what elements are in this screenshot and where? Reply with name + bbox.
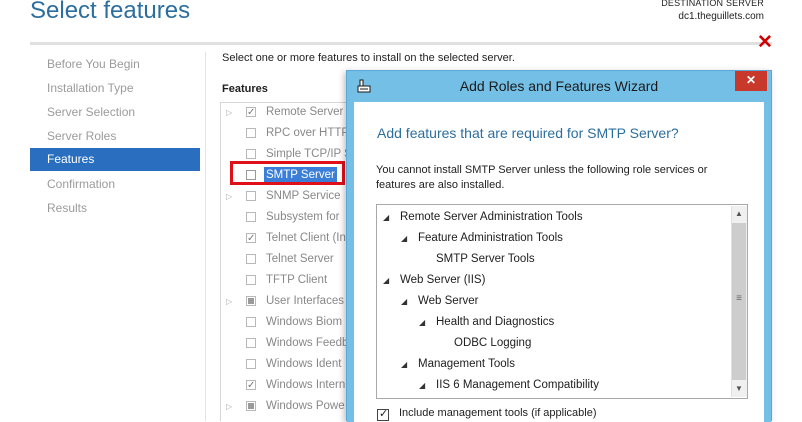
close-icon[interactable]: ✕	[757, 33, 773, 53]
instruction-text: Select one or more features to install o…	[222, 52, 515, 64]
feature-checkbox[interactable]	[246, 401, 256, 411]
server-manager-app-icon	[357, 79, 371, 93]
tree-collapse-arrow-icon[interactable]: ◢	[383, 270, 389, 291]
feature-checkbox[interactable]	[246, 317, 256, 327]
expand-arrow-icon[interactable]: ▷	[226, 186, 234, 207]
feature-label: Subsystem for	[266, 211, 340, 223]
features-label: Features	[222, 83, 268, 95]
tree-collapse-arrow-icon[interactable]: ◢	[419, 312, 425, 333]
nav-item-server-selection[interactable]: Server Selection	[30, 101, 200, 124]
add-features-dialog: Add Roles and Features Wizard ✕ Add feat…	[346, 70, 772, 422]
nav-item-results[interactable]: Results	[30, 197, 200, 220]
tree-item-label: Remote Server Administration Tools	[400, 211, 583, 223]
feature-row[interactable]: ▷ Windows Powe	[221, 396, 359, 417]
include-management-tools-label: Include management tools (if applicable)	[399, 407, 597, 419]
feature-checkbox[interactable]	[246, 228, 256, 249]
tree-item-label: Feature Administration Tools	[418, 232, 563, 244]
tree-collapse-arrow-icon[interactable]: ◢	[383, 207, 389, 228]
feature-row[interactable]: RPC over HTTP	[221, 123, 359, 144]
tree-item-label: Web Server (IIS)	[400, 274, 486, 286]
scroll-up-icon[interactable]: ▲	[731, 206, 747, 222]
expand-arrow-icon[interactable]: ▷	[226, 103, 234, 123]
feature-row[interactable]: Windows Ident	[221, 354, 359, 375]
feature-list[interactable]: ▷Remote ServerRPC over HTTPSimple TCP/IP…	[220, 102, 360, 421]
header-divider	[30, 42, 772, 45]
feature-row[interactable]: ▷ Remote Server	[221, 103, 359, 123]
dialog-close-button[interactable]: ✕	[735, 71, 767, 91]
feature-row[interactable]: Telnet Server	[221, 249, 359, 270]
feature-row[interactable]: Windows Intern	[221, 375, 359, 396]
feature-row[interactable]: Telnet Client (In	[221, 228, 359, 249]
feature-row[interactable]: ▷ User Interfaces	[221, 291, 359, 312]
nav-item-confirmation[interactable]: Confirmation	[30, 173, 200, 196]
destination-server-name: dc1.theguillets.com	[678, 11, 764, 22]
tree-item-label: ODBC Logging	[454, 337, 532, 349]
tree-collapse-arrow-icon[interactable]: ◢	[401, 228, 407, 249]
feature-label: RPC over HTTP	[266, 127, 350, 139]
feature-checkbox[interactable]	[246, 103, 256, 123]
nav-item-installation-type[interactable]: Installation Type	[30, 77, 200, 100]
feature-label: SNMP Service	[266, 190, 341, 202]
feature-checkbox[interactable]	[246, 375, 256, 396]
required-features-tree[interactable]: ◢ Remote Server Administration Tools ◢ Feat…	[376, 204, 748, 399]
destination-server-label: DESTINATION SERVER	[661, 0, 764, 8]
feature-label: User Interfaces	[266, 295, 344, 307]
feature-checkbox[interactable]	[246, 212, 256, 222]
tree-item-label: Management Tools	[418, 358, 515, 370]
tree-item-label: Health and Diagnostics	[436, 316, 555, 328]
feature-checkbox[interactable]	[246, 296, 256, 306]
feature-row[interactable]: ▷ SNMP Service	[221, 186, 359, 207]
feature-label: Telnet Server	[266, 253, 334, 265]
nav-item-features[interactable]: Features	[30, 148, 200, 171]
dialog-message: You cannot install SMTP Server unless th…	[376, 164, 708, 191]
nav-item-server-roles[interactable]: Server Roles	[30, 125, 200, 148]
feature-row[interactable]: Windows Biom	[221, 312, 359, 333]
feature-label: Windows Powe	[266, 400, 345, 412]
tree-collapse-arrow-icon[interactable]: ◢	[401, 354, 407, 375]
smtp-server-highlight-box	[230, 161, 345, 185]
feature-row[interactable]: Subsystem for	[221, 207, 359, 228]
feature-label: Windows Feedb	[266, 337, 349, 349]
expand-arrow-icon[interactable]: ▷	[226, 291, 234, 312]
feature-label: Windows Intern	[266, 379, 346, 391]
feature-label: TFTP Client	[266, 274, 328, 286]
feature-checkbox[interactable]	[246, 128, 256, 138]
dialog-heading: Add features that are required for SMTP …	[377, 125, 679, 141]
nav-divider	[205, 52, 206, 421]
page-title: Select features	[30, 0, 191, 24]
feature-checkbox[interactable]	[246, 191, 256, 201]
nav-item-before-you-begin[interactable]: Before You Begin	[30, 53, 200, 76]
feature-checkbox[interactable]	[246, 359, 256, 369]
feature-checkbox[interactable]	[246, 275, 256, 285]
scrollbar-grip-icon: ≡	[736, 293, 742, 304]
tree-item-label: IIS 6 Management Compatibility	[436, 379, 599, 391]
feature-label: Telnet Client (In	[266, 232, 346, 244]
expand-arrow-icon[interactable]: ▷	[226, 396, 234, 417]
feature-checkbox[interactable]	[246, 254, 256, 264]
tree-item-label: SMTP Server Tools	[436, 253, 535, 265]
tree-item-label: Web Server	[418, 295, 479, 307]
feature-row[interactable]: Windows Feedb	[221, 333, 359, 354]
feature-label: Remote Server	[266, 106, 344, 118]
tree-collapse-arrow-icon[interactable]: ◢	[419, 375, 425, 396]
feature-row[interactable]: TFTP Client	[221, 270, 359, 291]
dialog-title: Add Roles and Features Wizard	[459, 78, 659, 94]
include-management-tools-checkbox[interactable]	[377, 407, 389, 421]
scroll-down-icon[interactable]: ▼	[731, 381, 747, 397]
tree-collapse-arrow-icon[interactable]: ◢	[401, 291, 407, 312]
feature-checkbox[interactable]	[246, 338, 256, 348]
feature-checkbox[interactable]	[246, 149, 256, 159]
feature-label: Windows Ident	[266, 358, 342, 370]
feature-label: Windows Biom	[266, 316, 343, 328]
